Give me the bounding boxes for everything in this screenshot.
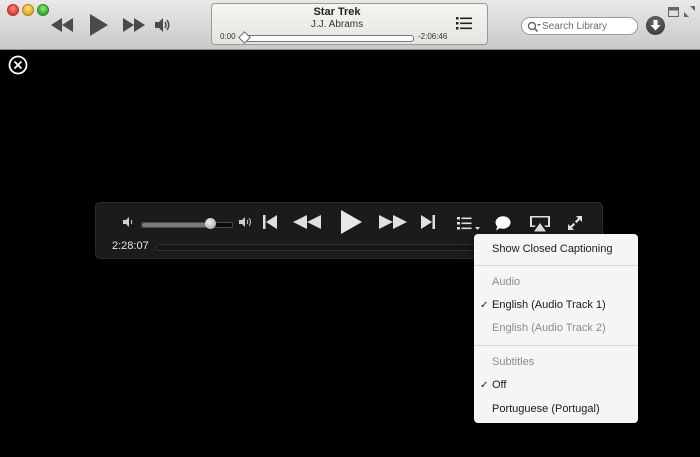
menu-header-subtitles: Subtitles	[492, 356, 535, 368]
checkmark-icon: ✓	[480, 380, 489, 391]
window-minimize-button[interactable]	[22, 4, 34, 16]
toolbar: Star Trek J.J. Abrams 0:00 -2:06:46	[0, 0, 700, 50]
mini-player-icon[interactable]	[668, 4, 679, 22]
volume-high-icon	[238, 215, 254, 229]
progress-bar[interactable]	[238, 31, 414, 44]
track-artist: J.J. Abrams	[310, 19, 364, 30]
volume-slider-fill	[142, 223, 210, 227]
menu-separator	[474, 345, 638, 346]
rewind-icon[interactable]	[50, 16, 74, 34]
volume-icon[interactable]	[154, 17, 172, 33]
captions-icon[interactable]	[494, 215, 512, 231]
playback-scrubber[interactable]	[156, 244, 488, 251]
close-icon[interactable]	[8, 55, 28, 75]
fast-forward-icon[interactable]	[122, 16, 146, 34]
audio-subtitles-menu: Show Closed Captioning Audio ✓ English (…	[474, 234, 638, 423]
volume-slider[interactable]	[141, 218, 233, 229]
elapsed-time: 0:00	[220, 32, 236, 41]
playback-time: 2:28:07	[112, 240, 149, 252]
list-icon[interactable]	[456, 17, 472, 35]
fullscreen-icon[interactable]	[566, 214, 584, 232]
remaining-time: -2:06:46	[418, 32, 448, 41]
play-icon[interactable]	[88, 13, 110, 37]
menu-header-audio: Audio	[492, 276, 521, 288]
checkmark-icon: ✓	[480, 300, 489, 311]
volume-slider-knob[interactable]	[204, 218, 216, 229]
playhead[interactable]	[238, 31, 251, 44]
fullscreen-icon[interactable]	[684, 4, 695, 22]
search-input[interactable]	[542, 19, 634, 33]
airplay-icon[interactable]	[528, 214, 552, 232]
menu-item-audio-track-2: English (Audio Track 2)	[492, 322, 606, 334]
window-close-button[interactable]	[7, 4, 19, 16]
download-icon[interactable]	[646, 16, 665, 35]
skip-forward-icon[interactable]	[420, 215, 436, 229]
search-field[interactable]	[521, 17, 638, 35]
play-icon[interactable]	[339, 210, 363, 234]
track-title: Star Trek	[313, 6, 361, 18]
menu-item-subtitles-off[interactable]: Off	[492, 379, 506, 391]
volume-low-icon	[122, 216, 134, 228]
search-icon	[527, 20, 541, 38]
chapters-icon[interactable]	[456, 215, 482, 231]
fast-forward-icon[interactable]	[378, 215, 408, 229]
menu-item-audio-track-1[interactable]: English (Audio Track 1)	[492, 299, 606, 311]
skip-back-icon[interactable]	[262, 215, 278, 229]
window-zoom-button[interactable]	[37, 4, 49, 16]
menu-item-subtitles-portuguese[interactable]: Portuguese (Portugal)	[492, 403, 600, 415]
menu-separator	[474, 265, 638, 266]
now-playing-display: Star Trek J.J. Abrams 0:00 -2:06:46	[211, 3, 488, 45]
menu-item-show-closed-captioning[interactable]: Show Closed Captioning	[492, 243, 612, 255]
rewind-icon[interactable]	[292, 215, 322, 229]
